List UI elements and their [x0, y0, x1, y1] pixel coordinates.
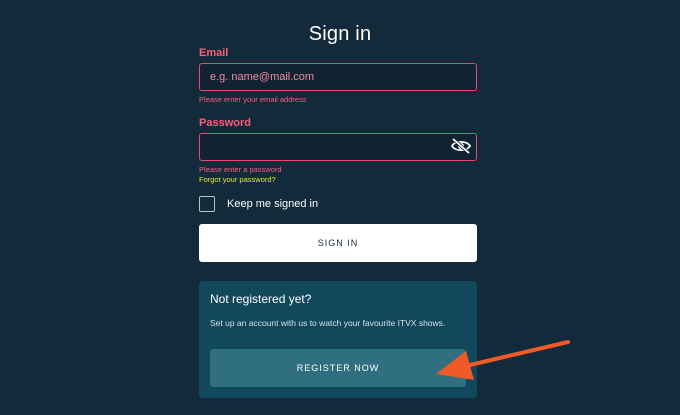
page-title: Sign in: [308, 23, 372, 46]
keep-signed-in-checkbox[interactable]: [199, 196, 215, 212]
password-field[interactable]: [199, 133, 477, 161]
sign-in-button[interactable]: SIGN IN: [199, 224, 477, 262]
eye-slash-icon[interactable]: [450, 137, 472, 155]
keep-signed-in-label: Keep me signed in: [227, 198, 319, 210]
register-now-button[interactable]: REGISTER NOW: [210, 349, 466, 387]
email-field[interactable]: [199, 63, 477, 91]
email-error-message: Please enter your email address: [199, 95, 307, 104]
register-panel: Not registered yet? Set up an account wi…: [199, 281, 477, 398]
forgot-password-link[interactable]: Forgot your password?: [199, 175, 276, 184]
register-title: Not registered yet?: [210, 292, 312, 306]
email-label: Email: [199, 47, 229, 59]
register-description: Set up an account with us to watch your …: [210, 318, 446, 328]
password-label: Password: [199, 117, 251, 129]
password-error-message: Please enter a password: [199, 165, 282, 174]
